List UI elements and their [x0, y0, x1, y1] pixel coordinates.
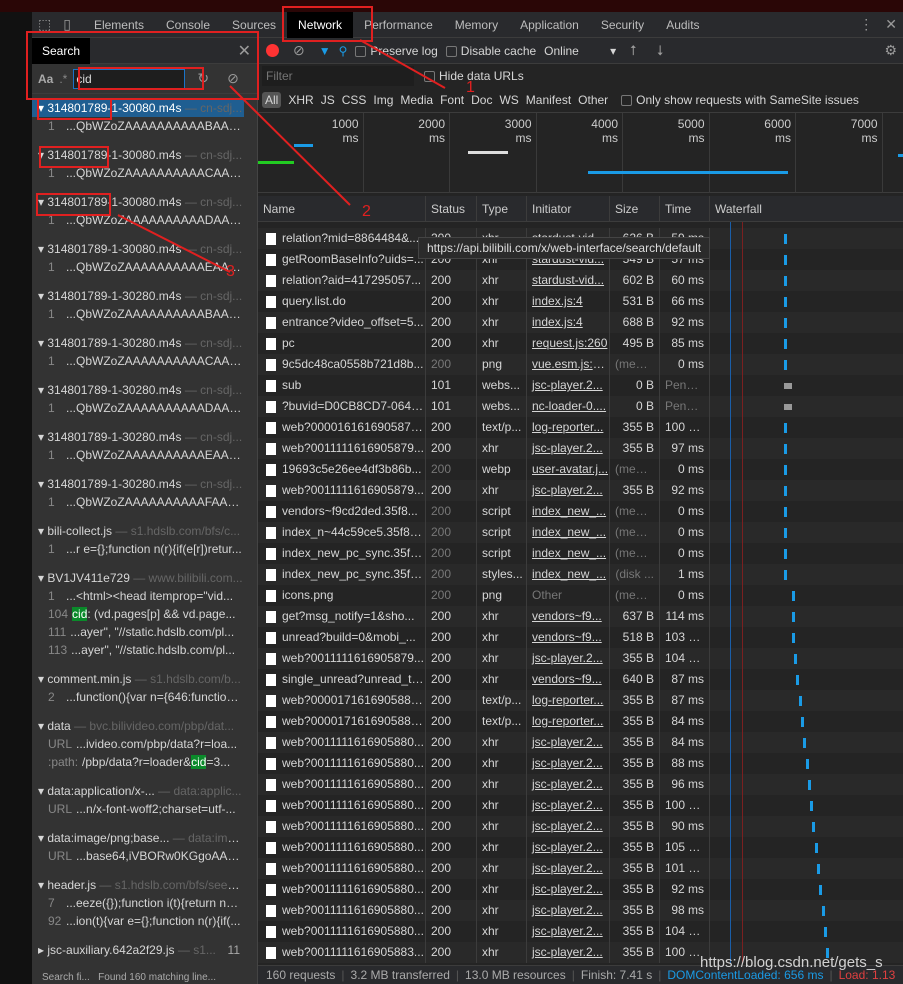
annotation-arrow-3 [117, 214, 231, 273]
annotation-label-1: 1 [466, 79, 475, 96]
annotation-arrow-2 [229, 85, 351, 206]
annotation-arrow-1 [359, 39, 446, 89]
annotation-label-3: 3 [226, 263, 235, 280]
annotation-overlay: 1 2 3 [26, 6, 475, 280]
annotation-box-result-2 [39, 146, 109, 168]
annotation-box-result-3 [36, 193, 111, 216]
annotation-label-2: 2 [362, 203, 371, 220]
annotation-box-query [78, 67, 204, 90]
annotation-box-result-1 [37, 98, 112, 120]
annotation-box-network-tab [282, 6, 373, 42]
